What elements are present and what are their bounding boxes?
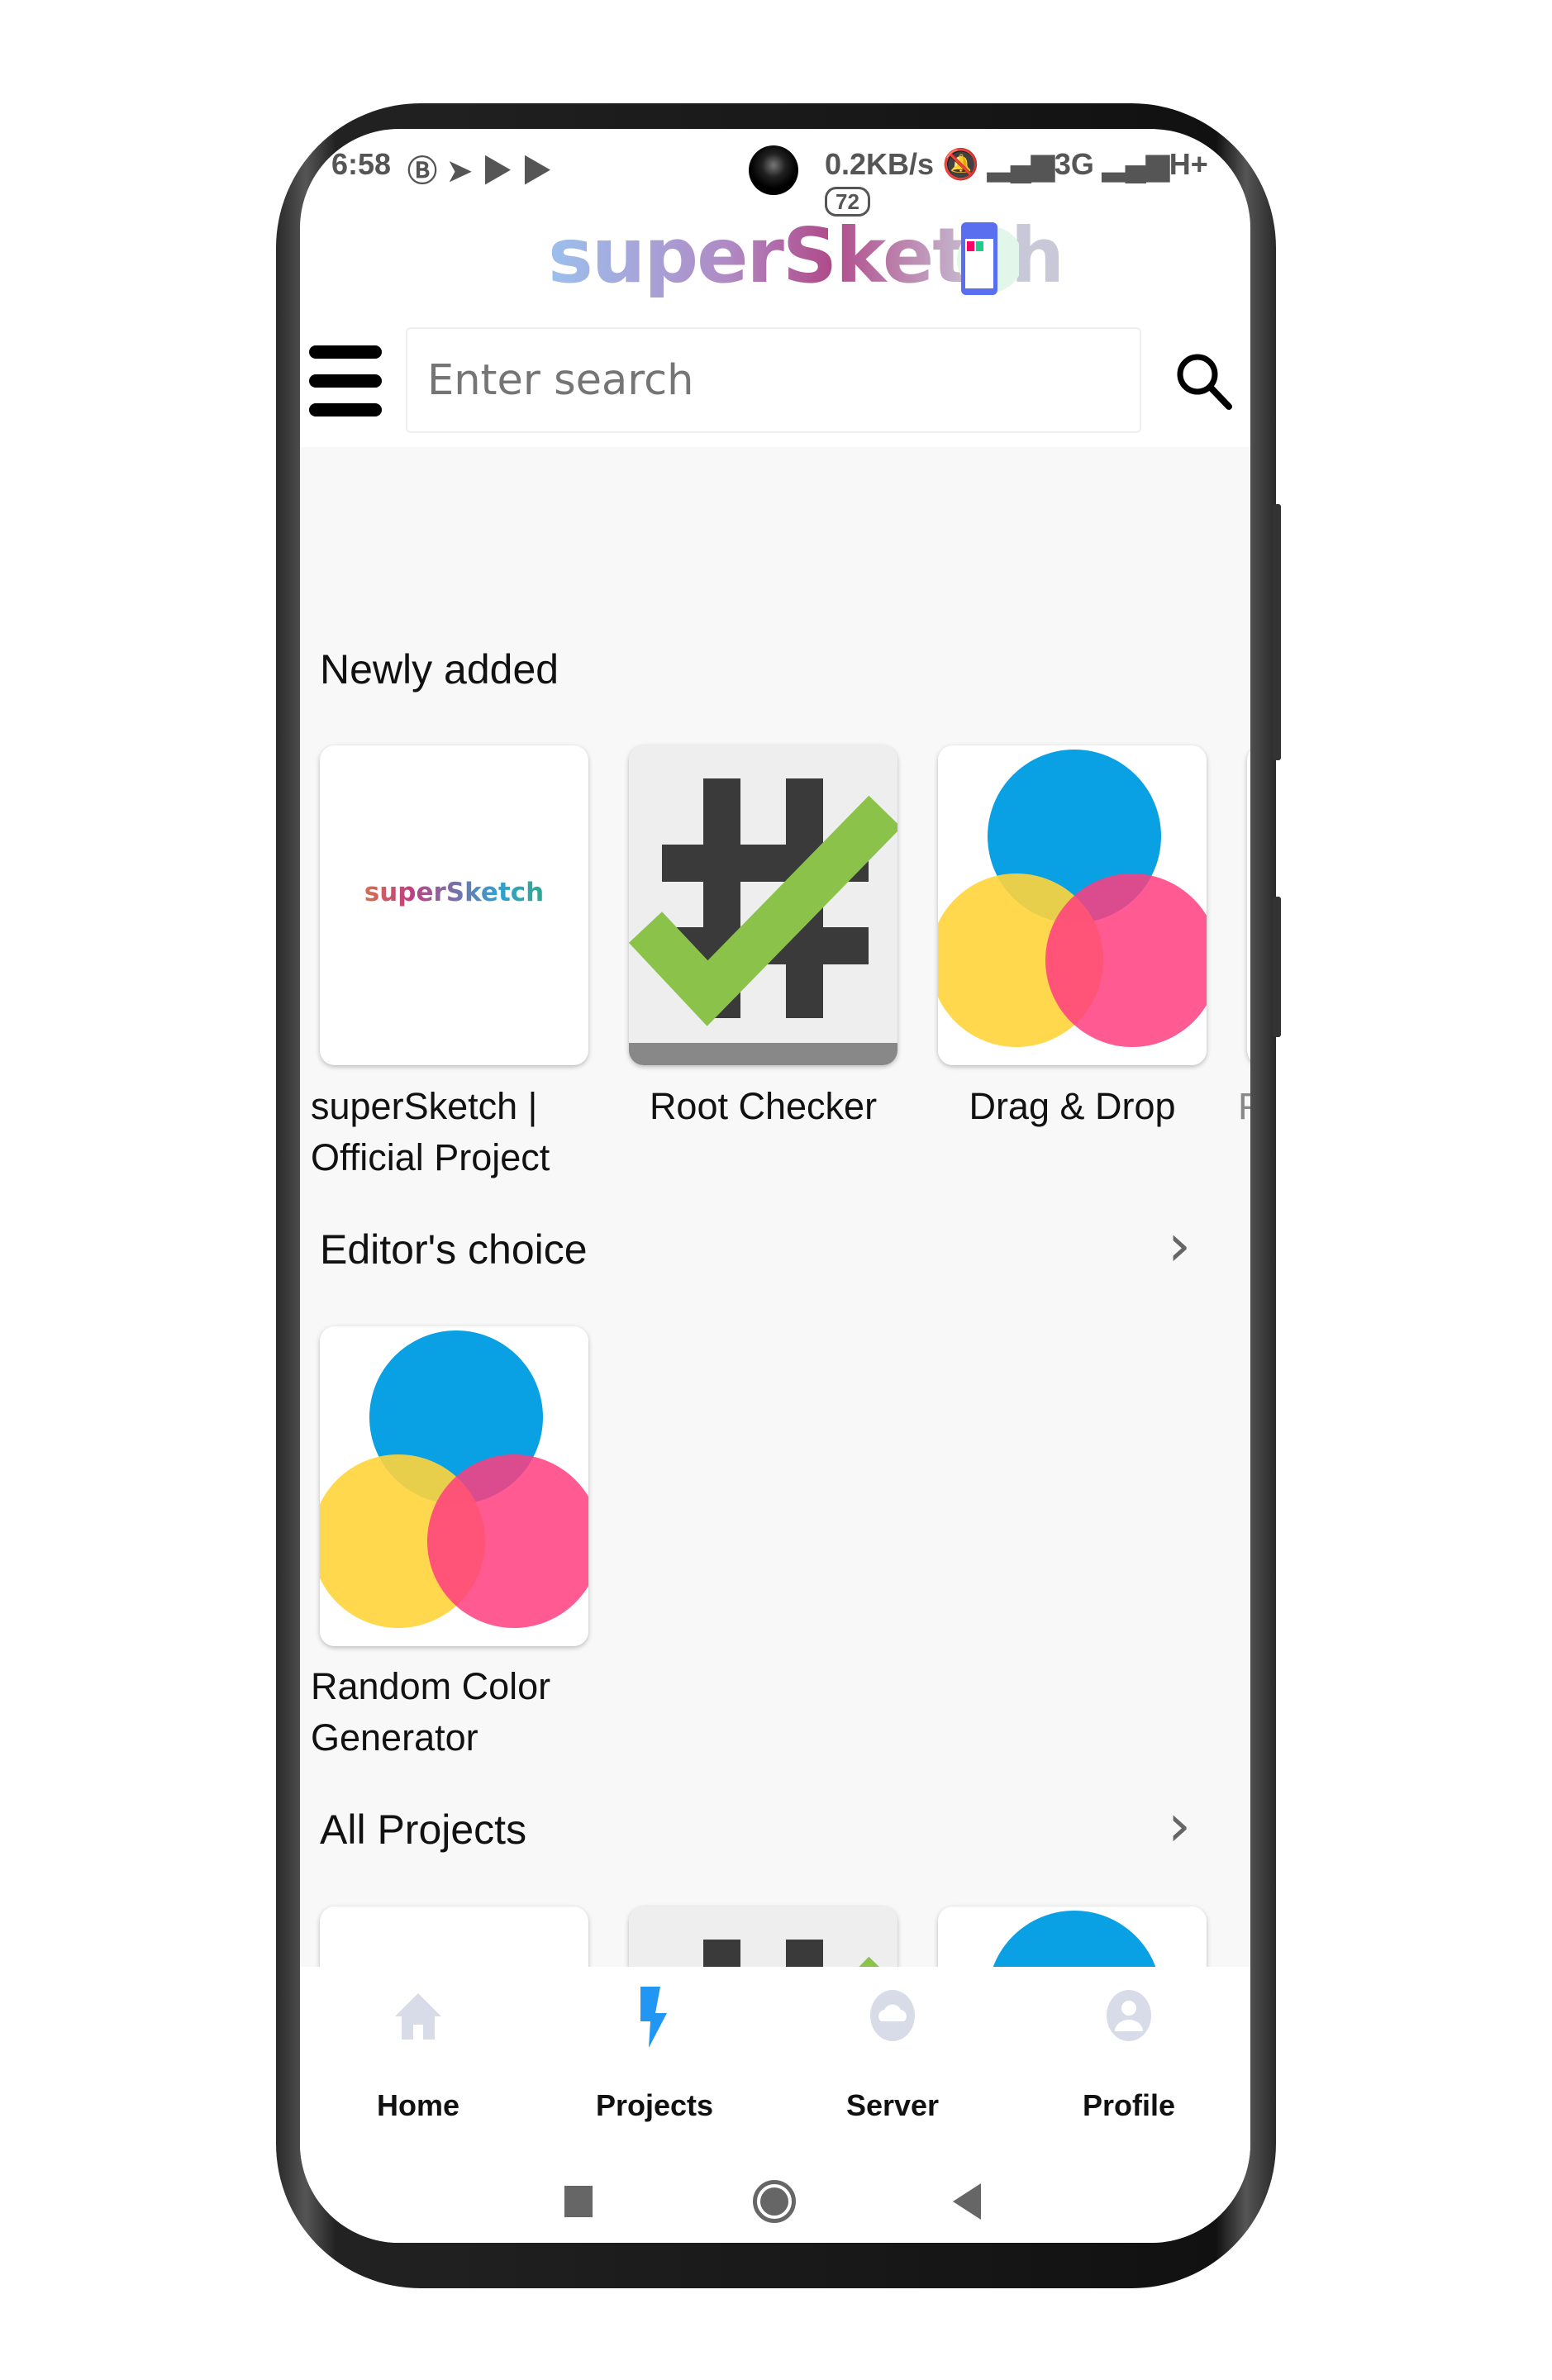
- menu-button[interactable]: [309, 345, 382, 416]
- screen: 6:58 Ⓑ➤▶▶ 0.2KB/s 🔕 ▂▄▆3G ▂▄▆H+ 72 super…: [300, 129, 1250, 2243]
- home-icon: [395, 1993, 441, 2040]
- network-type: H+: [1169, 147, 1208, 181]
- nav-label: Profile: [1082, 2088, 1176, 2122]
- home-system-button[interactable]: [753, 2180, 796, 2223]
- search-input[interactable]: [406, 327, 1141, 433]
- section-title: Editor's choice: [320, 1226, 588, 1273]
- card-label: P: [1238, 1081, 1250, 1132]
- net-speed: 0.2KB/s: [825, 147, 935, 181]
- card-label: Drag & Drop: [969, 1085, 1176, 1127]
- nav-label: Home: [376, 2088, 460, 2122]
- card-label: superSketch | Official Project: [311, 1085, 550, 1178]
- phone-logo-icon: [957, 222, 1019, 295]
- section-title: Newly added: [320, 646, 559, 693]
- cloud-icon: [870, 1990, 915, 2041]
- user-icon: [1107, 1990, 1151, 2041]
- signal-icon: ▂▄▆: [987, 147, 1055, 181]
- drag-drop-thumb[interactable]: [938, 745, 1207, 1065]
- nav-label: Projects: [595, 2088, 714, 2122]
- bottom-nav: Home Projects Server Profile: [300, 1967, 1250, 2243]
- project-card[interactable]: superSketch: [320, 1906, 588, 1967]
- chevron-right-icon[interactable]: ›: [1168, 1792, 1191, 1859]
- notification-icons: Ⓑ➤▶▶: [407, 154, 562, 188]
- random-color-thumb[interactable]: [320, 1326, 588, 1646]
- card-label: Root Checker: [649, 1085, 878, 1127]
- section-title: All Projects: [320, 1806, 527, 1853]
- status-right: 0.2KB/s 🔕 ▂▄▆3G ▂▄▆H+ 72: [825, 147, 1250, 217]
- mute-icon: 🔕: [942, 147, 979, 181]
- card-label: Random Color Generator: [311, 1665, 551, 1759]
- network-type: 3G: [1054, 147, 1094, 181]
- drag-drop-thumb[interactable]: [938, 1906, 1207, 1967]
- volume-button: [1273, 504, 1281, 760]
- back-button[interactable]: [953, 2183, 981, 2220]
- camera: [749, 145, 798, 195]
- project-card[interactable]: superSketch: [320, 745, 588, 1065]
- search-icon[interactable]: [1174, 351, 1232, 411]
- project-card-partial[interactable]: [1247, 745, 1250, 1065]
- card-thumb-logo: superSketch: [320, 878, 588, 907]
- recents-button[interactable]: [564, 2186, 593, 2217]
- bolt-icon: [640, 1987, 667, 2048]
- chevron-right-icon[interactable]: ›: [1168, 1211, 1191, 1279]
- content-scroll[interactable]: Newly added superSketch superSketch | Of…: [300, 447, 1250, 1967]
- root-checker-thumb[interactable]: [629, 745, 897, 1065]
- power-button: [1273, 897, 1281, 1037]
- root-checker-thumb[interactable]: [629, 1906, 897, 1967]
- signal-icon: ▂▄▆: [1102, 147, 1169, 181]
- status-time: 6:58: [331, 147, 392, 181]
- nav-label: Server: [845, 2088, 940, 2122]
